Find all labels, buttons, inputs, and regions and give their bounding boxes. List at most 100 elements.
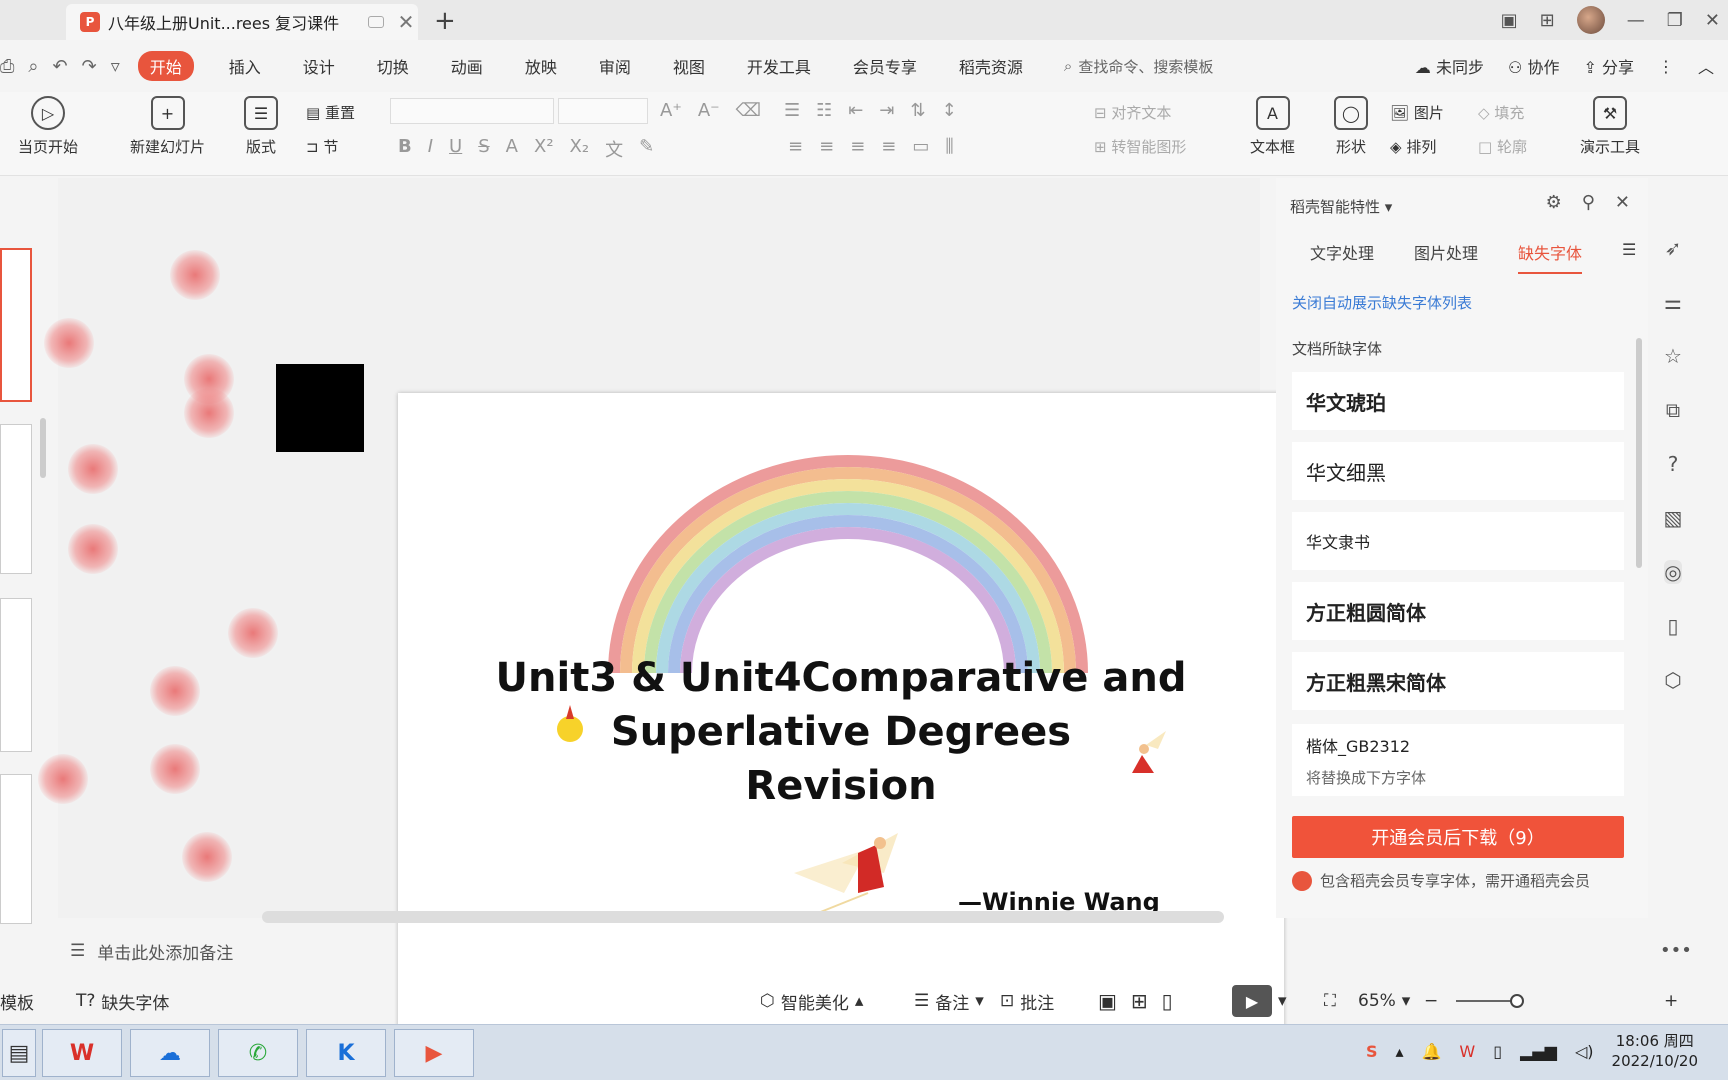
superscript-icon[interactable]: X²: [534, 136, 554, 162]
menu-docer[interactable]: 稻壳资源: [959, 54, 1023, 78]
single-window-icon[interactable]: ▣: [1501, 10, 1518, 31]
zoom-in-button[interactable]: +: [1664, 991, 1678, 1011]
panel-scrollbar[interactable]: [1636, 338, 1642, 568]
menu-slideshow[interactable]: 放映: [525, 54, 557, 78]
smart-beautify-button[interactable]: ⬡ 智能美化 ▴: [760, 989, 863, 1014]
align-text-button[interactable]: ⊟ 对齐文本: [1094, 102, 1171, 123]
grow-font-icon[interactable]: A⁺: [660, 100, 682, 121]
zoom-select[interactable]: 65% ▾: [1358, 991, 1410, 1011]
wechat-icon[interactable]: ✆: [218, 1029, 298, 1077]
font-size-select[interactable]: [558, 98, 648, 124]
command-search[interactable]: ⌕ 查找命令、搜索模板: [1064, 56, 1213, 77]
wps-office-icon[interactable]: W: [42, 1029, 122, 1077]
k-app-icon[interactable]: K: [306, 1029, 386, 1077]
missing-font-item[interactable]: 华文隶书: [1292, 512, 1624, 570]
book-icon[interactable]: ▯: [1667, 614, 1678, 638]
reading-view-icon[interactable]: ▯: [1162, 989, 1173, 1013]
zoom-slider-knob[interactable]: [1510, 994, 1524, 1008]
menu-design[interactable]: 设计: [303, 54, 335, 78]
font-name-select[interactable]: [390, 98, 554, 124]
missing-font-item[interactable]: 华文琥珀: [1292, 372, 1624, 430]
slide-sorter-icon[interactable]: ⊞: [1131, 989, 1148, 1013]
comments-button[interactable]: ⊡ 批注: [1000, 989, 1054, 1014]
rocket-icon[interactable]: ➶: [1665, 236, 1682, 260]
smart-shape-button[interactable]: ⊞ 转智能图形: [1094, 136, 1186, 157]
new-tab-button[interactable]: +: [434, 6, 456, 36]
arrange-button[interactable]: ◈ 排列: [1390, 136, 1436, 157]
tray-expand-icon[interactable]: ▴: [1395, 1042, 1403, 1061]
italic-icon[interactable]: I: [428, 136, 433, 162]
zoom-out-button[interactable]: −: [1424, 991, 1438, 1011]
bullet-list-icon[interactable]: ☰: [784, 100, 800, 121]
cloud-drive-icon[interactable]: ☁: [130, 1029, 210, 1077]
collapse-ribbon-icon[interactable]: ︿: [1698, 54, 1714, 78]
clock[interactable]: 18:06 周四 2022/10/20: [1612, 1031, 1698, 1071]
volume-icon[interactable]: ◁): [1575, 1042, 1594, 1061]
zoom-slider[interactable]: [1456, 994, 1524, 1008]
wps-presentation-icon[interactable]: ▶: [394, 1029, 474, 1077]
slide-title[interactable]: Unit3 & Unit4Comparative and Superlative…: [398, 651, 1284, 813]
bold-icon[interactable]: B: [398, 136, 412, 162]
fill-button[interactable]: ◇ 填充: [1478, 102, 1524, 123]
gear-icon[interactable]: ⚙: [1546, 192, 1562, 213]
outline-button[interactable]: □ 轮廓: [1478, 136, 1527, 157]
align-left-icon[interactable]: ≡: [788, 136, 803, 157]
download-fonts-button[interactable]: 开通会员后下载（9）: [1292, 816, 1624, 858]
missing-font-item[interactable]: 楷体_GB2312 将替换成下方字体: [1292, 724, 1624, 796]
minimize-button[interactable]: —: [1627, 10, 1645, 31]
notes-toggle-button[interactable]: ☰ 备注 ▾: [914, 989, 984, 1014]
user-avatar[interactable]: [1576, 6, 1605, 34]
input-method-icon[interactable]: S: [1366, 1042, 1378, 1061]
picture-button[interactable]: 🖼 图片: [1390, 102, 1444, 123]
textbox-button[interactable]: A 文本框: [1250, 96, 1295, 157]
box-icon[interactable]: ⬡: [1664, 668, 1681, 692]
underline-icon[interactable]: U: [449, 136, 462, 162]
menu-transition[interactable]: 切换: [377, 54, 409, 78]
help-icon[interactable]: ?: [1668, 452, 1679, 476]
highlight-icon[interactable]: ✎: [639, 136, 654, 162]
missing-font-item[interactable]: 华文细黑: [1292, 442, 1624, 500]
menu-view[interactable]: 视图: [673, 54, 705, 78]
justify-icon[interactable]: ≡: [881, 136, 896, 157]
strikethrough-icon[interactable]: S: [478, 136, 489, 162]
panel-menu-icon[interactable]: ☰: [1622, 240, 1636, 274]
tab-close-icon[interactable]: ✕: [394, 10, 418, 34]
more-tools-icon[interactable]: •••: [1660, 940, 1692, 961]
font-color-icon[interactable]: A: [506, 136, 518, 162]
share-button[interactable]: ⇪ 分享: [1583, 54, 1634, 78]
slideshow-button[interactable]: ▶ ▾: [1232, 985, 1287, 1017]
wps-tray-icon[interactable]: W: [1459, 1042, 1475, 1061]
image-tool-icon[interactable]: ▧: [1664, 506, 1683, 530]
indent-icon[interactable]: ⇥: [879, 100, 894, 121]
save-icon[interactable]: ⎙: [0, 56, 14, 77]
sync-button[interactable]: ☁ 未同步: [1415, 54, 1484, 78]
print-preview-icon[interactable]: ⌕: [28, 56, 38, 77]
layout-button[interactable]: ☰ 版式: [244, 96, 278, 157]
restore-button[interactable]: ❐: [1667, 10, 1683, 31]
phonetic-icon[interactable]: 文: [605, 136, 623, 162]
slide-thumbnail[interactable]: [0, 598, 32, 752]
text-direction-icon[interactable]: ⇅: [910, 100, 925, 121]
settings-sliders-icon[interactable]: ⚌: [1664, 290, 1682, 314]
template-button[interactable]: 模板: [0, 989, 34, 1014]
menu-member[interactable]: 会员专享: [853, 54, 917, 78]
missing-fonts-status-button[interactable]: T? 缺失字体: [76, 989, 169, 1014]
notes-bar[interactable]: ☰ 单击此处添加备注: [58, 930, 1260, 972]
smart-feature-icon[interactable]: ◎: [1664, 560, 1682, 584]
clear-format-icon[interactable]: ⌫: [736, 100, 761, 121]
panel-title[interactable]: 稻壳智能特性 ▾: [1290, 196, 1392, 217]
numbered-list-icon[interactable]: ☷: [816, 100, 832, 121]
distribute-icon[interactable]: ▭: [912, 136, 929, 157]
tab-image-processing[interactable]: 图片处理: [1414, 240, 1478, 274]
file-explorer-icon[interactable]: ▤: [2, 1029, 36, 1077]
close-window-button[interactable]: ✕: [1705, 10, 1720, 31]
menu-review[interactable]: 审阅: [599, 54, 631, 78]
more-icon[interactable]: ⋮: [1658, 57, 1674, 76]
play-from-current-button[interactable]: ▷ 当页开始: [18, 96, 78, 157]
columns-icon[interactable]: ⫼: [945, 136, 953, 157]
grid-view-icon[interactable]: ⊞: [1540, 10, 1555, 31]
fit-window-icon[interactable]: ⛶: [1324, 991, 1336, 1011]
notification-icon[interactable]: 🔔: [1422, 1042, 1442, 1061]
document-tab[interactable]: P 八年级上册Unit...rees 复习课件 ✕: [66, 4, 418, 40]
star-icon[interactable]: ☆: [1664, 344, 1682, 368]
